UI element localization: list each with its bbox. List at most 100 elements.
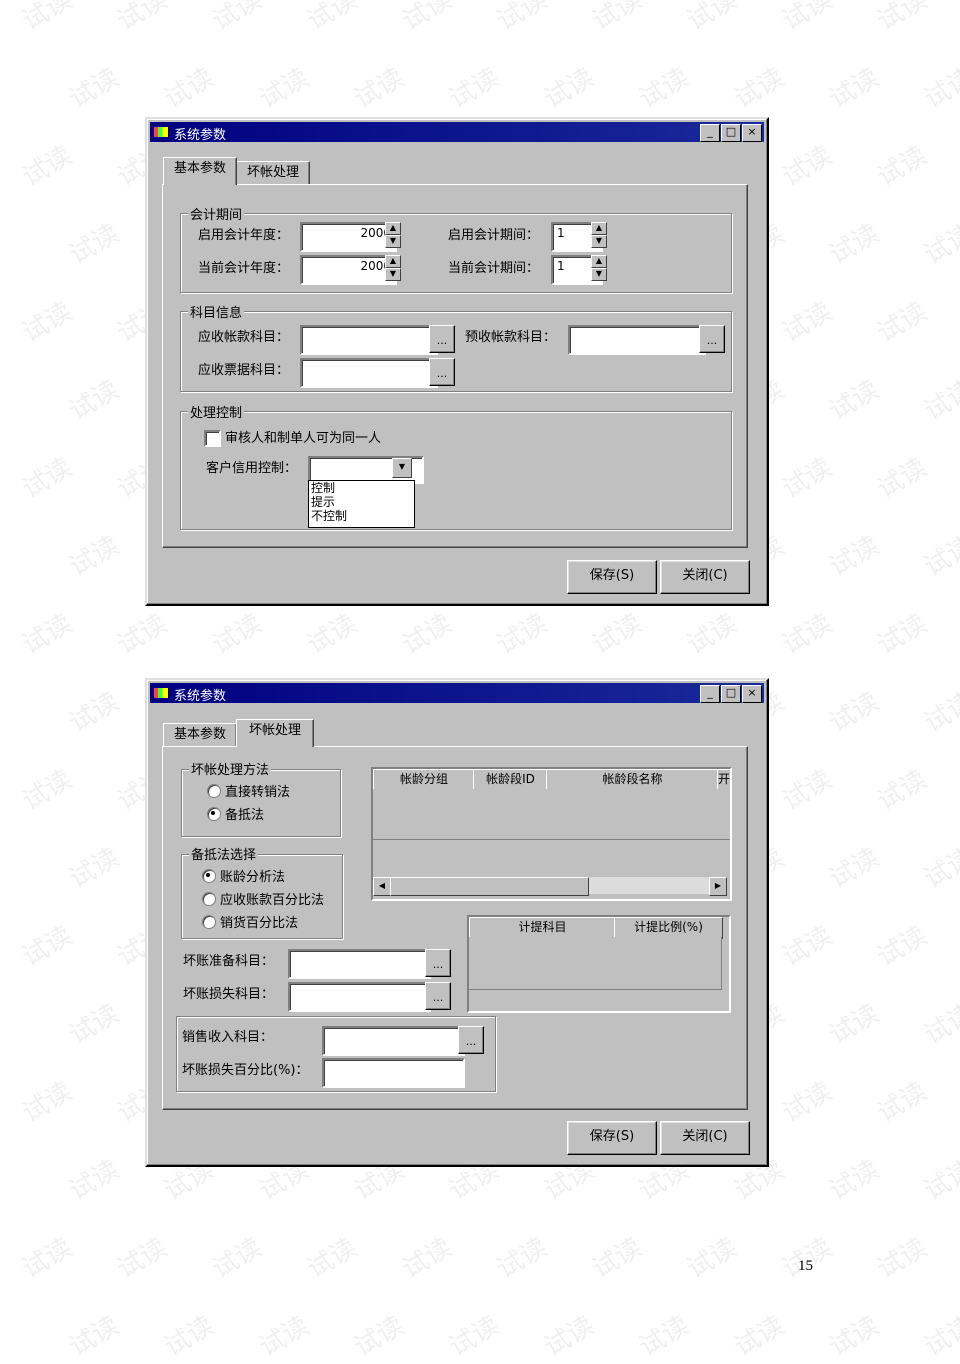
watermark-text: 试读 [682, 0, 743, 37]
notes-subject-label: 应收票据科目： [198, 363, 290, 378]
column-header[interactable]: 帐龄段名称 [546, 769, 719, 791]
watermark-text: 试读 [729, 62, 790, 115]
watermark-text: 试读 [17, 920, 78, 973]
maximize-icon[interactable]: □ [721, 124, 741, 142]
scroll-right-icon[interactable]: ▶ [709, 877, 727, 896]
notes-subject-browse-button[interactable]: ... [429, 358, 455, 386]
radio-direct-writeoff[interactable] [207, 784, 221, 798]
app-icon [154, 127, 168, 137]
provision-table[interactable]: 计提科目 计提比例(%) [467, 915, 731, 1013]
watermark-text: 试读 [112, 1232, 173, 1285]
start-year-field[interactable]: 2000 [300, 222, 397, 252]
aging-table[interactable]: 帐龄分组 帐龄段ID 帐龄段名称 开 ◀ ▶ [371, 767, 732, 901]
receivable-subject-browse-button[interactable]: ... [429, 325, 455, 353]
close-button[interactable]: 关闭(C) [660, 560, 750, 594]
table-cell[interactable] [373, 789, 474, 816]
scroll-left-icon[interactable]: ◀ [373, 877, 391, 896]
table-cell[interactable] [717, 789, 730, 816]
prepaid-subject-browse-button[interactable]: ... [699, 325, 725, 353]
column-header[interactable]: 计提科目 [469, 917, 616, 939]
watermark-text: 试读 [777, 452, 838, 505]
table-cell[interactable] [473, 815, 547, 840]
table-cell[interactable] [614, 937, 722, 964]
table-cell[interactable] [373, 815, 474, 840]
spin-down-icon[interactable]: ▼ [591, 235, 607, 248]
tab-basic-params[interactable]: 基本参数 [163, 157, 237, 185]
spin-down-icon[interactable]: ▼ [385, 235, 401, 248]
column-header[interactable]: 计提比例(%) [614, 917, 723, 939]
watermark-text: 试读 [492, 1232, 553, 1285]
table-cell[interactable] [546, 789, 718, 816]
prepaid-subject-field[interactable] [568, 325, 706, 355]
watermark-text: 试读 [919, 686, 960, 739]
radio-sales-pct[interactable] [202, 915, 216, 929]
title-bar[interactable]: 系统参数 _ □ × [150, 122, 764, 143]
tab-basic-params[interactable]: 基本参数 [163, 723, 237, 748]
watermark-text: 试读 [919, 218, 960, 271]
start-year-spinner[interactable]: ▲ ▼ [385, 222, 401, 248]
column-header[interactable]: 帐龄分组 [373, 769, 475, 791]
spin-up-icon[interactable]: ▲ [591, 255, 607, 268]
radio-receivable-pct[interactable] [202, 892, 216, 906]
save-button[interactable]: 保存(S) [567, 1121, 657, 1155]
watermark-text: 试读 [492, 608, 553, 661]
column-header[interactable]: 开 [717, 769, 730, 791]
start-period-spinner[interactable]: ▲ ▼ [591, 222, 607, 248]
radio-aging-analysis[interactable] [202, 869, 216, 883]
table-cell[interactable] [469, 963, 615, 990]
chevron-down-icon[interactable]: ▼ [392, 458, 412, 478]
bad-debt-loss-browse-button[interactable]: ... [425, 982, 451, 1010]
spin-down-icon[interactable]: ▼ [591, 268, 607, 281]
maximize-icon[interactable]: □ [721, 685, 741, 703]
scroll-thumb[interactable] [390, 877, 589, 896]
close-button[interactable]: 关闭(C) [660, 1121, 750, 1155]
tab-bad-debt[interactable]: 坏帐处理 [236, 719, 314, 747]
spin-up-icon[interactable]: ▲ [591, 222, 607, 235]
spin-down-icon[interactable]: ▼ [385, 268, 401, 281]
minimize-icon[interactable]: _ [700, 685, 720, 703]
horizontal-scrollbar[interactable]: ◀ ▶ [373, 877, 727, 896]
notes-subject-field[interactable] [300, 358, 438, 388]
table-cell[interactable] [473, 789, 547, 816]
save-button[interactable]: 保存(S) [567, 560, 657, 594]
radio-allowance[interactable] [207, 807, 221, 821]
watermark-text: 试读 [919, 998, 960, 1051]
receivable-subject-field[interactable] [300, 325, 438, 355]
sales-revenue-browse-button[interactable]: ... [458, 1026, 484, 1054]
current-year-spinner[interactable]: ▲ ▼ [385, 255, 401, 281]
watermark-text: 试读 [397, 1232, 458, 1285]
same-person-checkbox[interactable] [204, 430, 221, 447]
table-cell[interactable] [469, 937, 615, 964]
dropdown-option[interactable]: 提示 [309, 495, 414, 509]
bad-debt-reserve-field[interactable] [288, 949, 431, 979]
table-cell[interactable] [717, 815, 730, 840]
spin-up-icon[interactable]: ▲ [385, 255, 401, 268]
bad-debt-reserve-browse-button[interactable]: ... [425, 949, 451, 977]
close-icon[interactable]: × [742, 124, 762, 142]
table-cell[interactable] [614, 963, 722, 990]
bad-debt-pct-field[interactable] [322, 1058, 465, 1088]
watermark-text: 试读 [634, 62, 695, 115]
close-icon[interactable]: × [742, 685, 762, 703]
dropdown-option[interactable]: 控制 [309, 481, 414, 495]
watermark-text: 试读 [302, 1232, 363, 1285]
current-period-spinner[interactable]: ▲ ▼ [591, 255, 607, 281]
watermark-text: 试读 [17, 764, 78, 817]
watermark-text: 试读 [64, 842, 125, 895]
watermark-text: 试读 [729, 1310, 790, 1363]
credit-control-dropdown[interactable]: 控制 提示 不控制 [308, 480, 415, 528]
spin-up-icon[interactable]: ▲ [385, 222, 401, 235]
table-cell[interactable] [546, 815, 718, 840]
bad-debt-loss-field[interactable] [288, 982, 431, 1012]
current-year-field[interactable]: 2000 [300, 255, 397, 285]
dropdown-option[interactable]: 不控制 [309, 509, 414, 523]
minimize-icon[interactable]: _ [700, 124, 720, 142]
watermark-text: 试读 [302, 608, 363, 661]
sales-revenue-field[interactable] [322, 1026, 465, 1056]
tab-bad-debt[interactable]: 坏帐处理 [236, 161, 310, 186]
watermark-text: 试读 [872, 920, 933, 973]
app-icon [154, 688, 168, 698]
watermark-text: 试读 [824, 62, 885, 115]
title-bar[interactable]: 系统参数 _ □ × [150, 683, 764, 704]
column-header[interactable]: 帐龄段ID [473, 769, 548, 791]
